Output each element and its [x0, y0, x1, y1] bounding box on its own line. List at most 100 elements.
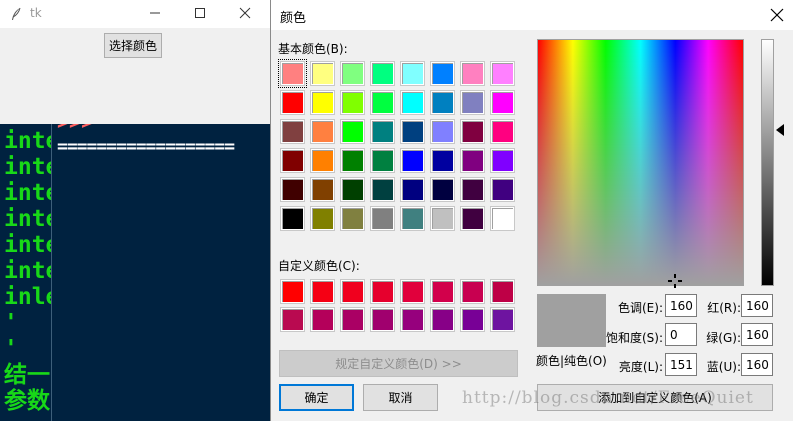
- define-custom-colors-button[interactable]: 规定自定义颜色(D) >>: [279, 350, 518, 377]
- hue-input[interactable]: 160: [665, 294, 697, 317]
- cancel-button[interactable]: 取消: [363, 384, 438, 411]
- spectrum-crosshair-icon: [668, 274, 682, 288]
- ok-button[interactable]: 确定: [279, 384, 354, 411]
- basic-color-swatch[interactable]: [371, 149, 394, 172]
- custom-color-swatch[interactable]: [371, 280, 394, 303]
- custom-color-swatch[interactable]: [341, 280, 364, 303]
- basic-color-swatch[interactable]: [431, 62, 454, 85]
- basic-color-swatch[interactable]: [371, 120, 394, 143]
- custom-color-swatch[interactable]: [461, 280, 484, 303]
- dialog-title: 颜色: [280, 11, 307, 26]
- blue-label: 蓝(U):: [706, 360, 741, 374]
- custom-color-swatch[interactable]: [401, 308, 424, 331]
- custom-color-swatch[interactable]: [311, 308, 334, 331]
- basic-color-swatch[interactable]: [461, 62, 484, 85]
- basic-color-swatch[interactable]: [461, 120, 484, 143]
- basic-color-swatch[interactable]: [281, 149, 304, 172]
- color-spectrum[interactable]: [537, 39, 744, 288]
- basic-color-swatch[interactable]: [491, 178, 514, 201]
- tk-window: tk 选择颜色: [0, 0, 271, 124]
- basic-color-swatch[interactable]: [371, 207, 394, 230]
- saturation-input[interactable]: 0: [665, 323, 697, 346]
- basic-color-swatch[interactable]: [341, 91, 364, 114]
- basic-color-swatch[interactable]: [281, 91, 304, 114]
- basic-color-swatch[interactable]: [461, 91, 484, 114]
- basic-color-swatch[interactable]: [311, 207, 334, 230]
- terminal-line: inte: [4, 206, 51, 232]
- basic-color-swatch[interactable]: [431, 91, 454, 114]
- basic-color-swatch[interactable]: [401, 91, 424, 114]
- custom-color-swatch[interactable]: [431, 308, 454, 331]
- dialog-close-icon[interactable]: [768, 6, 786, 24]
- basic-color-swatch[interactable]: [461, 207, 484, 230]
- terminal-line: ': [4, 336, 18, 362]
- basic-color-swatch[interactable]: [311, 91, 334, 114]
- terminal-line: inte: [4, 232, 51, 258]
- basic-color-swatch[interactable]: [371, 178, 394, 201]
- red-input[interactable]: 160: [741, 294, 773, 317]
- maximize-icon[interactable]: [191, 4, 209, 22]
- basic-color-swatch[interactable]: [401, 62, 424, 85]
- basic-color-swatch[interactable]: [431, 120, 454, 143]
- basic-color-swatch[interactable]: [311, 120, 334, 143]
- basic-color-swatch[interactable]: [491, 62, 514, 85]
- dialog-titlebar: 颜色: [271, 0, 793, 30]
- color-dialog: 颜色 基本颜色(B): 自定义颜色(C): 规定自定义颜色(D) >> 确定 取…: [270, 0, 793, 421]
- basic-color-swatch[interactable]: [401, 149, 424, 172]
- basic-color-swatch[interactable]: [491, 149, 514, 172]
- green-input[interactable]: 160: [741, 323, 773, 346]
- basic-color-swatch[interactable]: [401, 178, 424, 201]
- green-label: 绿(G):: [706, 331, 741, 345]
- basic-color-swatch[interactable]: [341, 149, 364, 172]
- basic-color-swatch[interactable]: [431, 149, 454, 172]
- basic-color-swatch[interactable]: [281, 207, 304, 230]
- basic-color-swatch[interactable]: [341, 120, 364, 143]
- basic-color-swatch[interactable]: [461, 178, 484, 201]
- basic-color-swatch[interactable]: [281, 178, 304, 201]
- basic-color-swatch[interactable]: [281, 120, 304, 143]
- basic-color-swatch[interactable]: [341, 207, 364, 230]
- basic-color-swatch[interactable]: [401, 207, 424, 230]
- basic-color-swatch[interactable]: [401, 120, 424, 143]
- custom-color-swatch[interactable]: [371, 308, 394, 331]
- add-to-custom-colors-button[interactable]: 添加到自定义颜色(A): [537, 384, 773, 411]
- basic-color-swatch[interactable]: [278, 59, 307, 88]
- basic-color-swatch[interactable]: [491, 120, 514, 143]
- basic-color-swatch[interactable]: [431, 178, 454, 201]
- custom-color-swatch[interactable]: [281, 308, 304, 331]
- custom-color-swatch[interactable]: [431, 280, 454, 303]
- luminance-slider[interactable]: [761, 39, 774, 286]
- custom-color-swatch[interactable]: [281, 280, 304, 303]
- basic-color-swatch[interactable]: [491, 207, 514, 230]
- terminal-left-pane: inteinteinteinteinteinteinle''结一参数: [0, 124, 52, 421]
- custom-color-swatch[interactable]: [401, 280, 424, 303]
- color-preview: [537, 294, 606, 347]
- choose-color-button[interactable]: 选择颜色: [104, 33, 162, 58]
- basic-color-swatch[interactable]: [371, 62, 394, 85]
- terminal-line: ': [4, 310, 18, 336]
- custom-color-swatch[interactable]: [311, 280, 334, 303]
- luminance-label: 亮度(L):: [618, 360, 663, 374]
- luminance-arrow-icon[interactable]: [776, 124, 784, 136]
- terminal-window: inteinteinteinteinteinteinle''结一参数 >>> =…: [0, 124, 271, 421]
- basic-color-swatch[interactable]: [461, 149, 484, 172]
- custom-color-swatch[interactable]: [341, 308, 364, 331]
- saturation-label: 饱和度(S):: [605, 331, 663, 345]
- terminal-line: inle: [4, 284, 51, 310]
- basic-color-swatch[interactable]: [341, 178, 364, 201]
- basic-color-swatch[interactable]: [311, 178, 334, 201]
- tk-titlebar: tk: [0, 0, 271, 28]
- luminance-input[interactable]: 151: [665, 353, 697, 376]
- custom-color-swatch[interactable]: [461, 308, 484, 331]
- custom-color-swatch[interactable]: [491, 308, 514, 331]
- basic-color-swatch[interactable]: [371, 91, 394, 114]
- blue-input[interactable]: 160: [741, 353, 773, 376]
- basic-color-swatch[interactable]: [341, 62, 364, 85]
- custom-color-swatch[interactable]: [491, 280, 514, 303]
- basic-color-swatch[interactable]: [311, 149, 334, 172]
- basic-color-swatch[interactable]: [431, 207, 454, 230]
- minimize-icon[interactable]: [146, 4, 164, 22]
- basic-color-swatch[interactable]: [311, 62, 334, 85]
- basic-color-swatch[interactable]: [491, 91, 514, 114]
- close-icon[interactable]: [236, 4, 254, 22]
